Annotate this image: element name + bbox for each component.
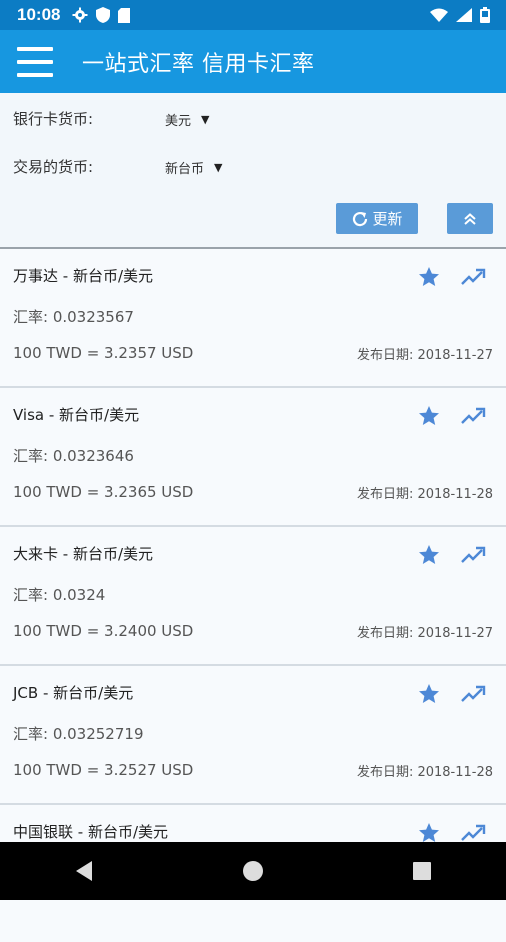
card-title: JCB - 新台币/美元: [13, 684, 134, 702]
double-chevron-up-icon: [464, 212, 476, 225]
star-icon[interactable]: [417, 265, 441, 289]
card-conversion: 100 TWD = 3.2357 USD: [13, 344, 194, 362]
bank-currency-value: 美元: [165, 114, 192, 129]
trade-currency-value: 新台币: [165, 162, 205, 177]
card-rate: 汇率: 0.03252719: [13, 725, 144, 743]
sd-card-icon: [118, 7, 131, 23]
bank-currency-select[interactable]: 美元 ▼: [165, 110, 209, 129]
back-button[interactable]: [54, 842, 114, 900]
card-date: 发布日期: 2018-11-28: [356, 765, 493, 780]
card-title: 大来卡 - 新台币/美元: [13, 545, 154, 563]
trending-up-icon[interactable]: [460, 406, 486, 426]
status-time: 10:08: [17, 5, 61, 24]
star-icon[interactable]: [417, 543, 441, 567]
refresh-icon: [353, 211, 368, 226]
wifi-icon: [430, 8, 448, 22]
home-button[interactable]: [223, 842, 283, 900]
collapse-button[interactable]: [447, 203, 493, 234]
recents-square-icon: [412, 862, 431, 880]
rate-card[interactable]: 万事达 - 新台币/美元 汇率: 0.0323567 100 TWD = 3.2…: [0, 249, 506, 388]
card-conversion: 100 TWD = 3.2365 USD: [13, 483, 194, 501]
trending-up-icon[interactable]: [460, 545, 486, 565]
card-date: 发布日期: 2018-11-27: [356, 348, 493, 363]
card-rate: 汇率: 0.0323646: [13, 447, 134, 465]
rate-card[interactable]: Visa - 新台币/美元 汇率: 0.0323646 100 TWD = 3.…: [0, 388, 506, 527]
home-circle-icon: [242, 861, 263, 881]
hamburger-icon-line: [17, 72, 53, 77]
app-bar: 一站式汇率 信用卡汇率: [0, 30, 506, 93]
trending-up-icon[interactable]: [460, 823, 486, 843]
back-triangle-icon: [76, 861, 93, 881]
shield-icon: [96, 7, 111, 23]
menu-button[interactable]: [17, 46, 53, 77]
trade-currency-label: 交易的货币:: [13, 158, 94, 176]
dropdown-arrow-icon: ▼: [201, 113, 210, 126]
refresh-button[interactable]: 更新: [336, 203, 418, 234]
card-title: 万事达 - 新台币/美元: [13, 267, 154, 285]
bank-currency-label: 银行卡货币:: [13, 110, 94, 128]
filter-panel: 银行卡货币: 美元 ▼ 交易的货币: 新台币 ▼ 更新: [0, 93, 506, 248]
card-title: 中国银联 - 新台币/美元: [13, 823, 169, 841]
card-rate: 汇率: 0.0323567: [13, 308, 134, 326]
trade-currency-select[interactable]: 新台币 ▼: [165, 158, 222, 177]
card-rate: 汇率: 0.0324: [13, 586, 106, 604]
recents-button[interactable]: [392, 842, 452, 900]
battery-icon: [480, 7, 490, 23]
star-icon[interactable]: [417, 682, 441, 706]
hamburger-icon-line: [17, 59, 53, 64]
dropdown-arrow-icon: ▼: [214, 161, 223, 174]
app-title: 一站式汇率 信用卡汇率: [82, 51, 315, 77]
refresh-label: 更新: [372, 210, 403, 228]
star-icon[interactable]: [417, 404, 441, 428]
card-date: 发布日期: 2018-11-28: [356, 487, 493, 502]
trending-up-icon[interactable]: [460, 267, 486, 287]
hamburger-icon-line: [17, 46, 53, 51]
rate-card[interactable]: 大来卡 - 新台币/美元 汇率: 0.0324 100 TWD = 3.2400…: [0, 527, 506, 666]
card-conversion: 100 TWD = 3.2527 USD: [13, 761, 194, 779]
card-date: 发布日期: 2018-11-27: [356, 626, 493, 641]
trending-up-icon[interactable]: [460, 684, 486, 704]
card-title: Visa - 新台币/美元: [13, 406, 140, 424]
rate-card[interactable]: JCB - 新台币/美元 汇率: 0.03252719 100 TWD = 3.…: [0, 666, 506, 805]
gear-icon: [72, 7, 88, 23]
card-conversion: 100 TWD = 3.2400 USD: [13, 622, 194, 640]
status-bar: 10:08: [0, 0, 506, 30]
navigation-bar: [0, 842, 506, 900]
signal-icon: [456, 8, 472, 22]
